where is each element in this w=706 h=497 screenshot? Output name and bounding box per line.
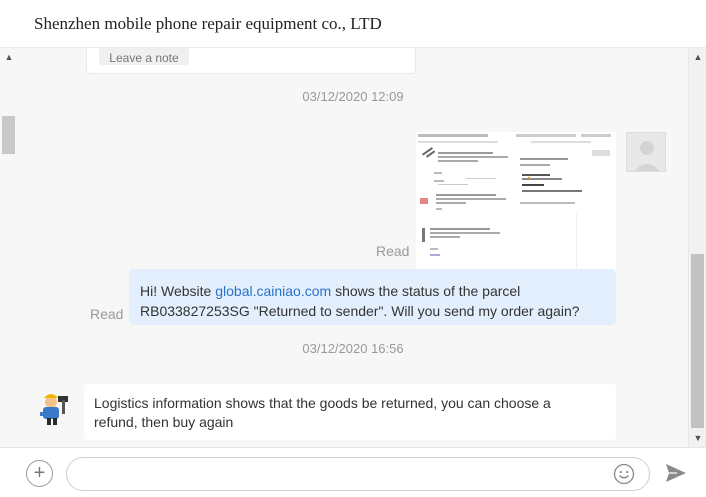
read-status: Read	[90, 306, 124, 322]
message-line: Logistics information shows that the goo…	[94, 395, 551, 411]
leave-note-button[interactable]: Leave a note	[99, 48, 189, 65]
chevron-up-icon[interactable]: ▲	[692, 52, 704, 62]
send-icon[interactable]	[665, 462, 687, 484]
shop-title: Shenzhen mobile phone repair equipment c…	[34, 14, 382, 33]
scroll-thumb[interactable]	[691, 254, 704, 428]
user-avatar-icon	[627, 133, 665, 171]
timestamp: 03/12/2020 16:56	[302, 341, 404, 356]
received-message-bubble: Logistics information shows that the goo…	[84, 384, 616, 440]
emoji-icon[interactable]	[613, 463, 635, 485]
message-line: refund, then buy again	[94, 414, 234, 430]
plus-icon[interactable]: +	[26, 460, 53, 487]
message-line: Hi! Website global.cainiao.com shows the…	[140, 281, 605, 301]
right-scrollbar[interactable]: ▲ ▼	[688, 48, 706, 447]
sent-message-bubble: Hi! Website global.cainiao.com shows the…	[129, 269, 616, 325]
message-input[interactable]	[66, 457, 650, 491]
chevron-up-icon[interactable]: ▲	[4, 52, 14, 62]
message-line: RB033827253SG "Returned to sender". Will…	[140, 303, 580, 319]
timestamp: 03/12/2020 12:09	[302, 89, 404, 104]
composer-bar: +	[0, 447, 706, 497]
chat-area[interactable]: ▲ Leave a note 03/12/2020 12:09 Read Rea…	[0, 48, 706, 447]
chat-header: Shenzhen mobile phone repair equipment c…	[0, 0, 706, 48]
worker-avatar-icon	[40, 394, 68, 425]
order-screenshot-image	[416, 132, 616, 272]
left-scrollbar[interactable]: ▲	[0, 48, 18, 447]
message-text: shows the status of the parcel	[331, 283, 521, 299]
scroll-thumb[interactable]	[2, 116, 15, 154]
note-card: Leave a note	[86, 48, 416, 74]
read-status: Read	[376, 243, 410, 259]
seller-avatar	[34, 388, 74, 428]
message-text: Hi! Website	[140, 283, 216, 299]
cainiao-link[interactable]: global.cainiao.com	[215, 283, 331, 299]
user-avatar	[626, 132, 666, 172]
chevron-down-icon[interactable]: ▼	[692, 433, 704, 443]
image-message[interactable]	[416, 132, 616, 272]
